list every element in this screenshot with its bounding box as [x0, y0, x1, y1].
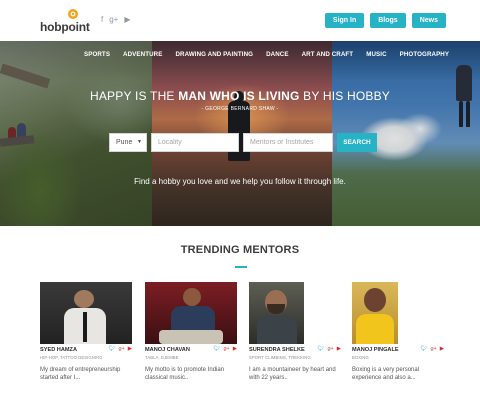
mentor-search-input[interactable]	[243, 133, 333, 152]
google-plus-icon[interactable]: g+	[327, 346, 333, 352]
mentor-name[interactable]: SYED HAMZA	[40, 347, 77, 353]
hero-banner: SPORTS ADVENTURE DRAWING AND PAINTING DA…	[0, 41, 480, 226]
trending-mentors-title: TRENDING MENTORS	[180, 244, 300, 256]
logo-mark-icon	[68, 9, 78, 19]
mentor-bio: I am a mountaineer by heart and with 22 …	[249, 367, 336, 381]
mentor-card[interactable]: SYED HAMZA 🐦︎ g+ ▶ HIP-HOP, TATTOO DESIG…	[40, 282, 132, 381]
top-nav: Sign In Blogs News	[324, 13, 446, 28]
mentor-card[interactable]: SURENDRA SHELKE 🐦︎ g+ ▶ SPORT CLIMBING, …	[249, 282, 341, 381]
hero-tagline: Find a hobby you love and we help you fo…	[134, 177, 346, 186]
mentor-photo[interactable]	[352, 282, 398, 344]
hero-headline: HAPPY IS THE MAN WHO IS LIVING BY HIS HO…	[89, 89, 391, 103]
mentor-bio: My motto is to promote Indian classical …	[145, 367, 225, 381]
mentor-name[interactable]: SURENDRA SHELKE	[249, 347, 305, 353]
mentor-skills: BOXING	[352, 355, 369, 360]
logo[interactable]: hobpoint	[40, 9, 90, 34]
top-bar: hobpoint f g+ ▶ Sign In Blogs News	[0, 0, 480, 41]
mentor-skills: HIP-HOP, TATTOO DESIGNING	[40, 355, 103, 360]
mentor-photo[interactable]	[249, 282, 304, 344]
youtube-icon[interactable]: ▶	[337, 346, 341, 352]
mentor-social: 🐦︎ g+ ▶	[421, 346, 445, 352]
caret-down-icon: ▼	[137, 139, 142, 145]
facebook-icon[interactable]: f	[101, 16, 103, 24]
category-dance[interactable]: DANCE	[266, 51, 289, 58]
city-select[interactable]: Pune ▼	[109, 133, 147, 152]
twitter-icon[interactable]: 🐦︎	[318, 346, 325, 352]
mentor-skills: SPORT CLIMBING, TREKKING	[249, 355, 311, 360]
youtube-icon[interactable]: ▶	[124, 16, 130, 24]
mentor-photo[interactable]	[145, 282, 237, 344]
search-bar: Pune ▼ SEARCH	[109, 133, 377, 152]
social-links: f g+ ▶	[101, 16, 131, 24]
mentor-name[interactable]: MANOJ CHAVAN	[145, 347, 190, 353]
quote-author: - GEORGE BERNARD SHAW -	[201, 106, 279, 112]
google-plus-icon[interactable]: g+	[430, 346, 436, 352]
mentor-photo[interactable]	[40, 282, 132, 344]
youtube-icon[interactable]: ▶	[128, 346, 132, 352]
news-button[interactable]: News	[411, 13, 446, 28]
twitter-icon[interactable]: 🐦︎	[214, 346, 221, 352]
category-nav: SPORTS ADVENTURE DRAWING AND PAINTING DA…	[84, 51, 449, 58]
google-plus-icon[interactable]: g+	[118, 346, 124, 352]
mentor-social: 🐦︎ g+ ▶	[214, 346, 238, 352]
mentor-card[interactable]: MANOJ PINGALE 🐦︎ g+ ▶ BOXING Boxing is a…	[352, 282, 444, 381]
mentor-card[interactable]: MANOJ CHAVAN 🐦︎ g+ ▶ TABLA, DJEMBE My mo…	[145, 282, 237, 381]
locality-input[interactable]	[151, 133, 239, 152]
twitter-icon[interactable]: 🐦︎	[421, 346, 428, 352]
category-art-and-craft[interactable]: ART AND CRAFT	[302, 51, 354, 58]
category-drawing-and-painting[interactable]: DRAWING AND PAINTING	[175, 51, 253, 58]
mentor-skills: TABLA, DJEMBE	[145, 355, 179, 360]
category-adventure[interactable]: ADVENTURE	[123, 51, 162, 58]
title-underline	[235, 266, 247, 268]
twitter-icon[interactable]: 🐦︎	[109, 346, 116, 352]
mentor-social: 🐦︎ g+ ▶	[318, 346, 342, 352]
category-music[interactable]: MUSIC	[366, 51, 386, 58]
category-photography[interactable]: PHOTOGRAPHY	[400, 51, 449, 58]
google-plus-icon[interactable]: g+	[109, 16, 118, 24]
mentor-bio: My dream of entrepreneurship started aft…	[40, 367, 121, 381]
category-sports[interactable]: SPORTS	[84, 51, 110, 58]
youtube-icon[interactable]: ▶	[440, 346, 444, 352]
mentor-social: 🐦︎ g+ ▶	[109, 346, 133, 352]
google-plus-icon[interactable]: g+	[223, 346, 229, 352]
blogs-button[interactable]: Blogs	[370, 13, 406, 28]
youtube-icon[interactable]: ▶	[233, 346, 237, 352]
mentor-name[interactable]: MANOJ PINGALE	[352, 347, 399, 353]
sign-in-button[interactable]: Sign In	[324, 13, 365, 28]
search-button[interactable]: SEARCH	[337, 133, 377, 152]
mentor-bio: Boxing is a very personal experience and…	[352, 367, 420, 381]
brand-name: hobpoint	[40, 20, 90, 34]
